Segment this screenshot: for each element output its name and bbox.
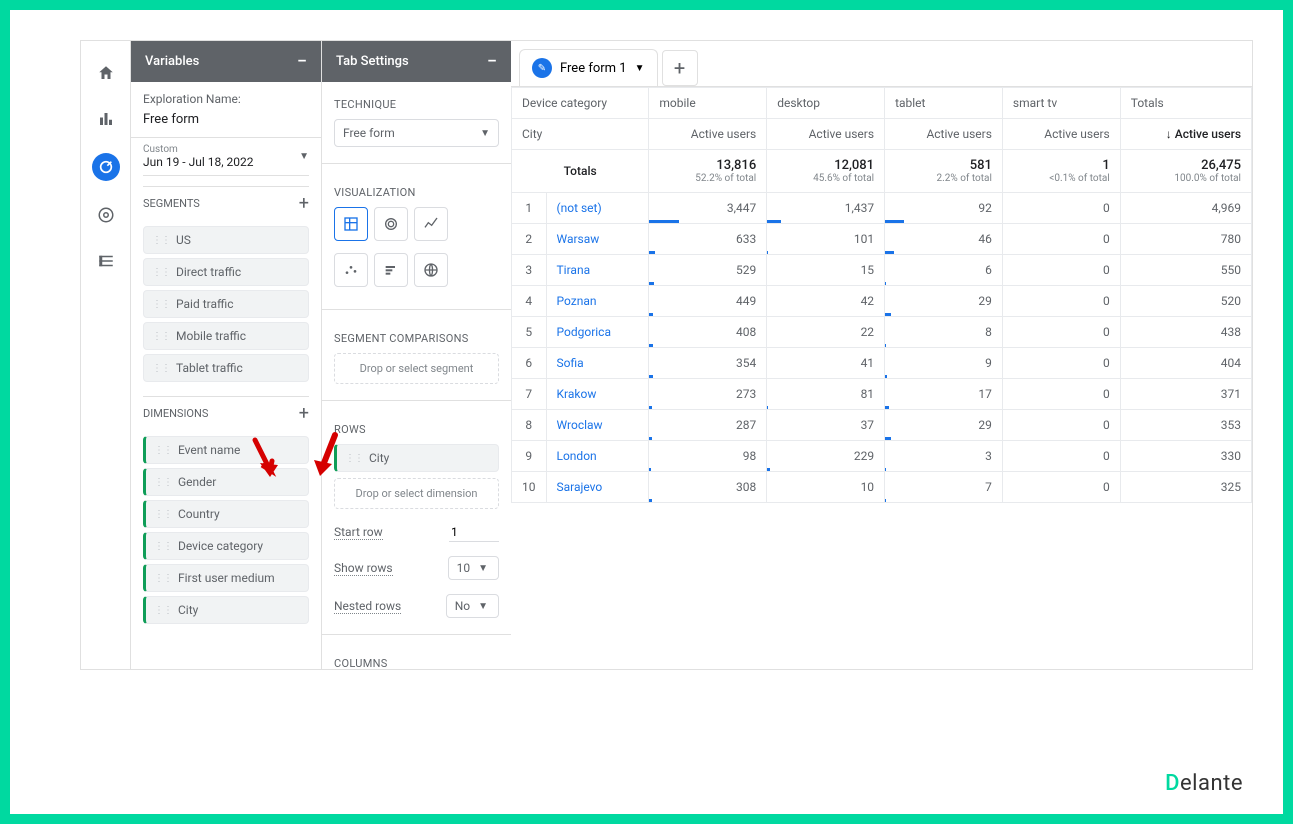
viz-line-icon[interactable] bbox=[414, 207, 448, 241]
segment-chip[interactable]: ⋮⋮Mobile traffic bbox=[143, 322, 309, 350]
rows-chip-city[interactable]: ⋮⋮City bbox=[334, 444, 499, 472]
table-row[interactable]: 5Podgorica4082280438 bbox=[512, 317, 1252, 348]
segment-chip[interactable]: ⋮⋮Paid traffic bbox=[143, 290, 309, 318]
technique-value: Free form bbox=[343, 126, 395, 140]
app-container: Variables − Exploration Name: Free form … bbox=[80, 40, 1253, 670]
technique-label: TECHNIQUE bbox=[334, 98, 499, 111]
left-nav bbox=[81, 41, 131, 669]
dimension-chip[interactable]: ⋮⋮First user medium bbox=[143, 564, 309, 592]
rows-label: ROWS bbox=[334, 423, 499, 436]
nav-configure-icon[interactable] bbox=[94, 249, 118, 273]
table-row[interactable]: 8Wroclaw28737290353 bbox=[512, 410, 1252, 441]
tab-name: Free form 1 bbox=[560, 61, 627, 76]
nav-home-icon[interactable] bbox=[94, 61, 118, 85]
delante-logo: Delante bbox=[1165, 771, 1243, 796]
variables-header: Variables − bbox=[131, 41, 321, 82]
start-row-input[interactable] bbox=[449, 523, 499, 542]
dimension-chip[interactable]: ⋮⋮Device category bbox=[143, 532, 309, 560]
viz-geo-icon[interactable] bbox=[414, 253, 448, 287]
table-row[interactable]: 10Sarajevo3081070325 bbox=[512, 472, 1252, 503]
settings-header: Tab Settings − bbox=[322, 41, 511, 82]
start-row-label: Start row bbox=[334, 525, 383, 540]
add-segment-button[interactable]: + bbox=[299, 193, 309, 214]
variables-panel: Variables − Exploration Name: Free form … bbox=[131, 41, 321, 669]
subheader-totals[interactable]: Active users bbox=[1120, 119, 1251, 150]
totals-row: Totals13,81652.2% of total12,08145.6% of… bbox=[512, 150, 1252, 193]
table-row[interactable]: 2Warsaw633101460780 bbox=[512, 224, 1252, 255]
dimension-chip[interactable]: ⋮⋮Gender bbox=[143, 468, 309, 496]
tab-freeform1[interactable]: ✎ Free form 1 ▼ bbox=[519, 49, 658, 86]
table-row[interactable]: 4Poznan44942290520 bbox=[512, 286, 1252, 317]
viz-scatter-icon[interactable] bbox=[334, 253, 368, 287]
header-city: City bbox=[512, 119, 649, 150]
date-range-value: Jun 19 - Jul 18, 2022 bbox=[143, 155, 254, 169]
columns-label: COLUMNS bbox=[334, 657, 499, 669]
tab-settings-panel: Tab Settings − TECHNIQUE Free form ▼ VIS… bbox=[321, 41, 511, 669]
nav-explore-icon[interactable] bbox=[92, 153, 120, 181]
visualization-label: VISUALIZATION bbox=[334, 186, 499, 199]
segments-section-label: SEGMENTS bbox=[143, 197, 200, 210]
segment-chip[interactable]: ⋮⋮Direct traffic bbox=[143, 258, 309, 286]
table-row[interactable]: 1(not set)3,4471,4379204,969 bbox=[512, 193, 1252, 224]
settings-title: Tab Settings bbox=[336, 54, 409, 69]
add-tab-button[interactable]: + bbox=[662, 50, 698, 86]
variables-title: Variables bbox=[145, 54, 199, 69]
nested-rows-label: Nested rows bbox=[334, 599, 401, 614]
edit-tab-icon[interactable]: ✎ bbox=[532, 58, 552, 78]
viz-bar-icon[interactable] bbox=[374, 253, 408, 287]
add-dimension-button[interactable]: + bbox=[299, 403, 309, 424]
subheader-tablet[interactable]: Active users bbox=[885, 119, 1003, 150]
col-smarttv[interactable]: smart tv bbox=[1002, 88, 1120, 119]
subheader-smarttv[interactable]: Active users bbox=[1002, 119, 1120, 150]
dimension-chip[interactable]: ⋮⋮Event name bbox=[143, 436, 309, 464]
date-range-picker[interactable]: Custom Jun 19 - Jul 18, 2022 ▼ bbox=[143, 144, 309, 176]
exploration-name-label: Exploration Name: bbox=[143, 92, 309, 106]
dimension-drop-zone[interactable]: Drop or select dimension bbox=[334, 478, 499, 509]
segment-drop-zone[interactable]: Drop or select segment bbox=[334, 353, 499, 384]
table-row[interactable]: 3Tirana5291560550 bbox=[512, 255, 1252, 286]
table-row[interactable]: 7Krakow27381170371 bbox=[512, 379, 1252, 410]
technique-select[interactable]: Free form ▼ bbox=[334, 119, 499, 147]
table-row[interactable]: 6Sofia3544190404 bbox=[512, 348, 1252, 379]
data-table: Device category mobile desktop tablet sm… bbox=[511, 87, 1252, 503]
chevron-down-icon: ▼ bbox=[299, 151, 309, 162]
col-tablet[interactable]: tablet bbox=[885, 88, 1003, 119]
nav-advertising-icon[interactable] bbox=[94, 203, 118, 227]
table-row[interactable]: 9London9822930330 bbox=[512, 441, 1252, 472]
header-device-category: Device category bbox=[512, 88, 649, 119]
chevron-down-icon[interactable]: ▼ bbox=[635, 63, 645, 74]
chevron-down-icon: ▼ bbox=[480, 128, 490, 139]
date-range-label: Custom bbox=[143, 144, 254, 155]
seg-comp-label: SEGMENT COMPARISONS bbox=[334, 332, 499, 345]
viz-donut-icon[interactable] bbox=[374, 207, 408, 241]
nav-reports-icon[interactable] bbox=[94, 107, 118, 131]
segment-chip[interactable]: ⋮⋮US bbox=[143, 226, 309, 254]
col-desktop[interactable]: desktop bbox=[767, 88, 885, 119]
subheader-desktop[interactable]: Active users bbox=[767, 119, 885, 150]
main-area: ✎ Free form 1 ▼ + Device category mobile… bbox=[511, 41, 1252, 669]
col-totals[interactable]: Totals bbox=[1120, 88, 1251, 119]
collapse-settings-icon[interactable]: − bbox=[487, 51, 497, 72]
collapse-variables-icon[interactable]: − bbox=[297, 51, 307, 72]
tab-bar: ✎ Free form 1 ▼ + bbox=[511, 41, 1252, 86]
show-rows-label: Show rows bbox=[334, 561, 393, 576]
show-rows-select[interactable]: 10▼ bbox=[448, 556, 499, 580]
viz-table-icon[interactable] bbox=[334, 207, 368, 241]
col-mobile[interactable]: mobile bbox=[649, 88, 767, 119]
exploration-name-value[interactable]: Free form bbox=[143, 112, 309, 127]
segment-chip[interactable]: ⋮⋮Tablet traffic bbox=[143, 354, 309, 382]
dimension-chip[interactable]: ⋮⋮City bbox=[143, 596, 309, 624]
subheader-mobile[interactable]: Active users bbox=[649, 119, 767, 150]
dimensions-section-label: DIMENSIONS bbox=[143, 407, 208, 420]
nested-rows-select[interactable]: No▼ bbox=[446, 594, 499, 618]
dimension-chip[interactable]: ⋮⋮Country bbox=[143, 500, 309, 528]
